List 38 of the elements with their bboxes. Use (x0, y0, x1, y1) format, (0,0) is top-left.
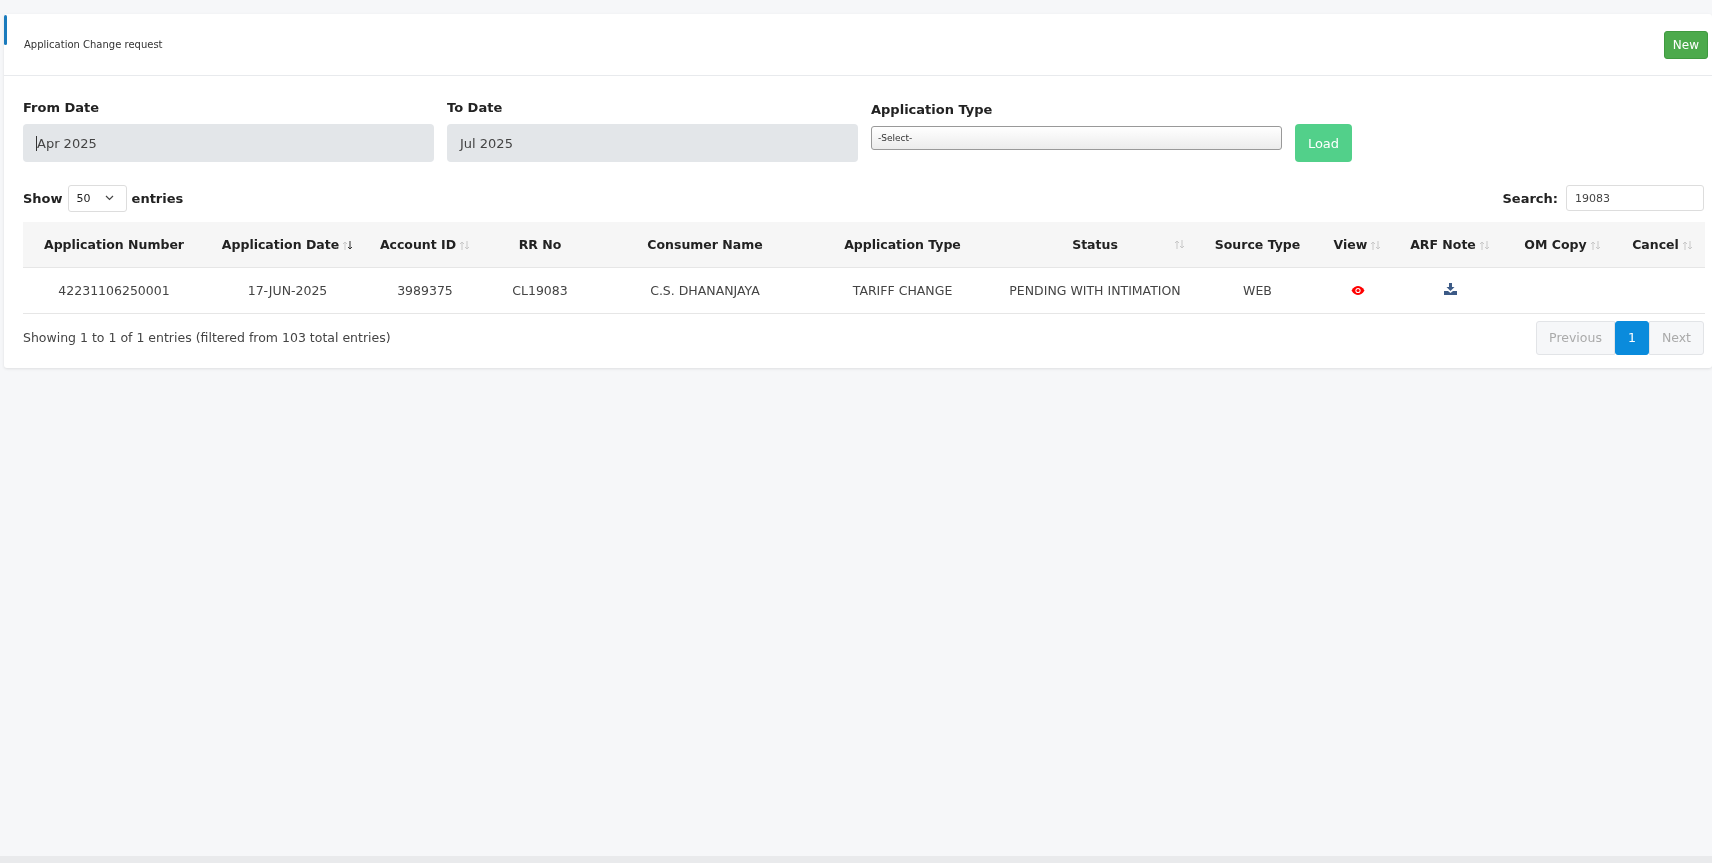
column-header[interactable]: ARF Note (1395, 222, 1505, 267)
accent-bar (4, 15, 7, 45)
column-header[interactable]: View (1320, 222, 1395, 267)
column-header: RR No (480, 222, 600, 267)
table-cell: TARIFF CHANGE (852, 282, 953, 298)
table-cell: 3989375 (397, 282, 453, 298)
column-header[interactable]: Cancel (1620, 222, 1705, 267)
field-label: From Date (23, 100, 101, 115)
entries-select[interactable]: 50 (67, 184, 127, 212)
entries-label: entries (131, 190, 184, 206)
table-cell: WEB (1243, 282, 1272, 298)
page-title: Application Change request (24, 39, 164, 50)
table-cell: CL19083 (512, 282, 568, 298)
table-cell: 42231106250001 (58, 282, 170, 298)
column-header[interactable]: OM Copy (1505, 222, 1620, 267)
field-label: Application Type (871, 102, 994, 117)
column-header: Source Type (1195, 222, 1320, 267)
pagination-button[interactable]: 1 (1614, 320, 1649, 355)
table-cell: PENDING WITH INTIMATION (1009, 282, 1181, 298)
column-header[interactable]: Application Date (205, 222, 370, 267)
table-cell: C.S. DHANANJAYA (650, 282, 760, 298)
search-label: Search: (1502, 190, 1558, 206)
search-field[interactable]: 19083 (1566, 185, 1704, 211)
type-select[interactable]: -Select- (871, 126, 1282, 150)
chevron-down-icon (104, 195, 114, 201)
column-header: Application Type (810, 222, 995, 267)
field-label: To Date (447, 100, 504, 115)
column-header[interactable]: Account ID (370, 222, 480, 267)
table-info: Showing 1 to 1 of 1 entries (filtered from 103 total entries) (23, 330, 391, 345)
eye-icon[interactable] (1350, 285, 1365, 295)
column-header[interactable]: Status (995, 222, 1195, 267)
date-field[interactable]: Jul 2025 (447, 124, 858, 162)
date-field[interactable]: Apr 2025 (23, 124, 434, 162)
column-header: Application Number (23, 222, 205, 267)
column-header: Consumer Name (600, 222, 810, 267)
download-icon[interactable] (1443, 282, 1457, 295)
show-label: Show (23, 190, 63, 206)
table-cell: 17-JUN-2025 (247, 282, 328, 298)
